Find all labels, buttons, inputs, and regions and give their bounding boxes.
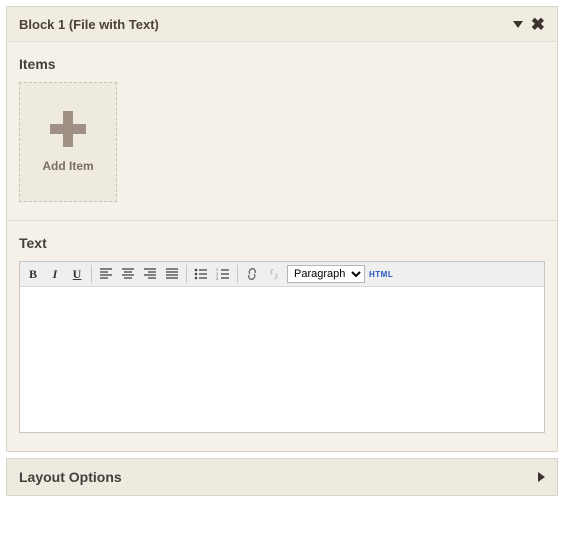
editor-textarea[interactable]: [20, 287, 544, 427]
link-button[interactable]: [241, 264, 263, 284]
separator-icon: [186, 265, 187, 283]
svg-text:3: 3: [216, 276, 218, 281]
block-header: Block 1 (File with Text) ✖: [7, 7, 557, 42]
text-section: Text B I U: [7, 221, 557, 451]
editor-toolbar: B I U: [20, 262, 544, 287]
layout-options-title: Layout Options: [19, 469, 538, 485]
align-right-button[interactable]: [139, 264, 161, 284]
layout-options-toggle[interactable]: Layout Options: [6, 458, 558, 496]
close-button[interactable]: ✖: [531, 16, 545, 33]
align-left-icon: [99, 267, 113, 281]
bullet-list-icon: [194, 267, 208, 281]
items-section: Items Add Item: [7, 42, 557, 221]
rich-text-editor: B I U: [19, 261, 545, 433]
numbered-list-icon: 1 2 3: [216, 267, 230, 281]
numbered-list-button[interactable]: 1 2 3: [212, 264, 234, 284]
caret-right-icon: [538, 472, 545, 482]
bullet-list-button[interactable]: [190, 264, 212, 284]
separator-icon: [237, 265, 238, 283]
align-center-button[interactable]: [117, 264, 139, 284]
align-left-button[interactable]: [95, 264, 117, 284]
unlink-icon: [267, 267, 281, 281]
underline-button[interactable]: U: [66, 264, 88, 284]
items-heading: Items: [19, 56, 545, 72]
text-heading: Text: [19, 235, 545, 251]
bold-button[interactable]: B: [22, 264, 44, 284]
separator-icon: [91, 265, 92, 283]
link-icon: [245, 267, 259, 281]
italic-button[interactable]: I: [44, 264, 66, 284]
align-justify-icon: [165, 267, 179, 281]
align-center-icon: [121, 267, 135, 281]
block-container: Block 1 (File with Text) ✖ Items Add Ite…: [6, 6, 558, 452]
add-item-button[interactable]: Add Item: [19, 82, 117, 202]
collapse-toggle[interactable]: [513, 15, 523, 33]
add-item-label: Add Item: [42, 159, 93, 173]
format-select[interactable]: Paragraph: [287, 265, 365, 283]
block-title: Block 1 (File with Text): [19, 17, 505, 32]
align-justify-button[interactable]: [161, 264, 183, 284]
plus-icon: [50, 111, 86, 147]
html-source-button[interactable]: HTML: [365, 270, 397, 279]
unlink-button[interactable]: [263, 264, 285, 284]
caret-down-icon: [513, 21, 523, 28]
align-right-icon: [143, 267, 157, 281]
close-icon: ✖: [531, 15, 545, 34]
